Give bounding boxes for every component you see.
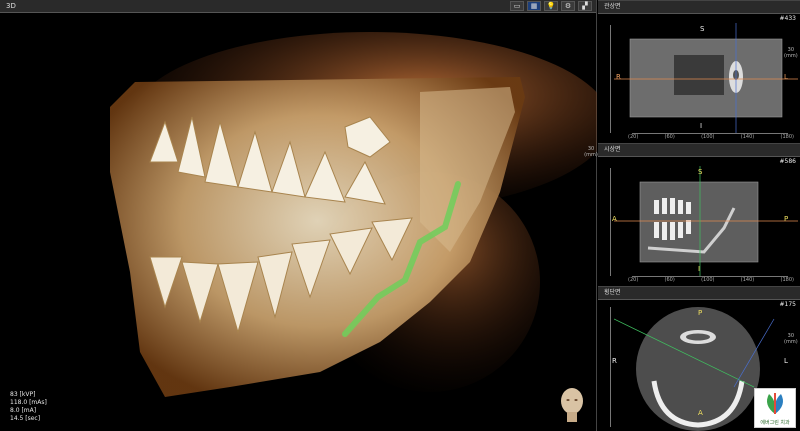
tick-label: (180) (780, 134, 794, 140)
tick-label: (100) (701, 277, 715, 283)
maximize-icon[interactable]: ▞ (578, 1, 592, 11)
sagittal-image[interactable] (614, 158, 798, 278)
coronal-ticks: (20) (60) (100) (140) (180) (628, 134, 794, 140)
axial-scale-unit: 30 (mm) (784, 333, 798, 345)
clinic-logo-text: 에버그린 치과 (760, 420, 790, 426)
coronal-title: 관상면 (604, 3, 621, 10)
leaf-logo-icon (767, 393, 783, 415)
tick-label: (140) (740, 134, 755, 140)
coronal-vertical-ruler (602, 25, 611, 133)
sagittal-ticks: (20) (60) (100) (140) (180) (628, 277, 794, 283)
tick-label: (60) (664, 134, 675, 140)
gear-icon[interactable]: ⚙ (561, 1, 575, 11)
coronal-image[interactable] (614, 15, 798, 135)
tick-label: (20) (628, 277, 639, 283)
light-icon[interactable]: 💡 (544, 1, 558, 11)
param-sec: 14.5 [sec] (10, 415, 41, 422)
layout-button[interactable]: ▭ (510, 1, 524, 11)
tick-label: (60) (664, 277, 675, 283)
sagittal-scale-unit: 30 (mm) (584, 146, 598, 158)
axial-orient-bottom: A (698, 409, 703, 417)
coronal-orient-bottom: I (700, 122, 703, 130)
render-mode-button[interactable]: ▦ (527, 1, 541, 11)
clinic-logo: 에버그린 치과 (754, 388, 796, 428)
coronal-view-panel[interactable]: 관상면 #433 S R L I 30 (mm) (20) (60) (100)… (598, 0, 800, 143)
sagittal-orient-right: P (784, 215, 789, 223)
tick-label: (180) (780, 277, 794, 283)
tick-label: (100) (701, 134, 715, 140)
axial-view-panel[interactable]: 횡단면 #175 P R L A 30 (mm) 에버그린 치과 (598, 286, 800, 431)
sagittal-orient-left: A (612, 215, 617, 223)
coronal-header: 관상면 (598, 1, 800, 14)
axial-vertical-ruler (602, 307, 611, 427)
view-3d-toolbar: ▭ ▦ 💡 ⚙ ▞ (510, 1, 592, 11)
sagittal-title: 시상면 (604, 146, 621, 153)
axial-title: 횡단면 (604, 289, 621, 296)
app-window: 3D ▭ ▦ 💡 ⚙ ▞ 83 [kVP] 118.0 [mAs] 8.0 [m… (0, 0, 800, 431)
sagittal-orient-bottom: I (698, 265, 701, 273)
sagittal-vertical-ruler (602, 168, 611, 276)
param-ma: 8.0 [mA] (10, 407, 37, 414)
view-3d-panel[interactable]: 3D ▭ ▦ 💡 ⚙ ▞ 83 [kVP] 118.0 [mAs] 8.0 [m… (0, 0, 597, 431)
axial-orient-left: R (612, 357, 617, 365)
coronal-orient-top: S (700, 25, 705, 33)
param-mas: 118.0 [mAs] (10, 399, 47, 406)
view-3d-title: 3D (6, 2, 16, 10)
orientation-head-icon[interactable] (556, 385, 588, 425)
sagittal-view-panel[interactable]: 시상면 #586 S A P I 30 (mm) (20) (60) (100)… (584, 143, 800, 286)
axial-orient-top: P (698, 309, 703, 317)
axial-orient-right: L (784, 357, 788, 365)
scan-parameters: 83 [kVP] 118.0 [mAs] 8.0 [mA] 14.5 [sec] (10, 391, 47, 423)
coronal-orient-right: L (784, 73, 788, 81)
coronal-scale-unit: 30 (mm) (784, 47, 798, 59)
tick-label: (140) (740, 277, 755, 283)
volume-render-canvas[interactable] (0, 12, 597, 431)
coronal-orient-left: R (616, 73, 621, 81)
param-kvp: 83 [kVP] (10, 391, 36, 398)
sagittal-orient-top: S (698, 168, 703, 176)
sagittal-header: 시상면 (598, 144, 800, 157)
tick-label: (20) (628, 134, 639, 140)
